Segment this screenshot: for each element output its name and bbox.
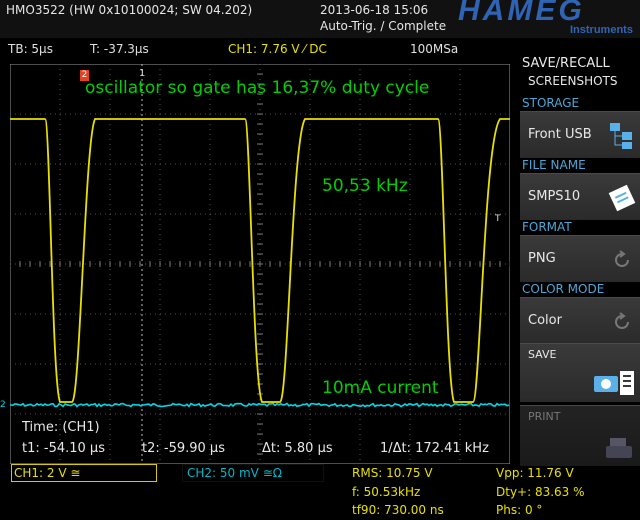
folder-tree-icon bbox=[610, 123, 632, 149]
meas-duty: Dty+: 83.63 % bbox=[496, 485, 585, 499]
format-heading: FORMAT bbox=[522, 220, 572, 234]
edit-keyboard-icon bbox=[608, 184, 636, 212]
meas-vpp: Vpp: 11.76 V bbox=[496, 466, 574, 480]
softkey-menu: SAVE/RECALL SCREENSHOTS STORAGE Front US… bbox=[516, 38, 640, 520]
scope-display[interactable]: 2 1 T oscillator so gate has 16,37% duty… bbox=[9, 63, 511, 465]
right-trigger-marker: T bbox=[495, 214, 501, 224]
annotation-current: 10mA current bbox=[322, 378, 439, 398]
trigger-status: Auto-Trig. / Complete bbox=[320, 19, 447, 33]
storage-heading: STORAGE bbox=[522, 96, 580, 110]
rotate-icon bbox=[615, 250, 629, 267]
ch1-trigger-level[interactable]: CH1: 7.76 V ⁄ DC bbox=[228, 42, 327, 56]
storage-button[interactable]: Front USB bbox=[520, 111, 640, 158]
menu-title-line2: SCREENSHOTS bbox=[528, 74, 618, 88]
ch2-settings[interactable]: CH2: 50 mV ≅Ω bbox=[182, 464, 324, 482]
print-button[interactable]: PRINT bbox=[520, 405, 640, 466]
camera-save-icon bbox=[594, 371, 634, 395]
datetime: 2013-06-18 15:06 bbox=[320, 3, 429, 17]
meas-frequency: f: 50.53kHz bbox=[352, 485, 421, 499]
filename-value: SMPS10 bbox=[528, 189, 581, 204]
device-id: HMO3522 (HW 0x10100024; SW 04.202) bbox=[6, 3, 253, 17]
format-button[interactable]: PNG bbox=[520, 235, 640, 282]
filename-heading: FILE NAME bbox=[522, 158, 586, 172]
ch2-scale: CH2: 50 mV ≅Ω bbox=[187, 466, 282, 480]
cursor-measure-title: Time: (CH1) bbox=[22, 420, 100, 435]
hameg-logo: HAMEG Instruments bbox=[452, 0, 638, 38]
annotation-frequency: 50,53 kHz bbox=[322, 176, 408, 196]
meas-fall-time: tf90: 730.00 ns bbox=[352, 503, 444, 517]
ch1-settings[interactable]: CH1: 2 V ≅ bbox=[11, 464, 157, 482]
format-value: PNG bbox=[528, 251, 556, 266]
colormode-heading: COLOR MODE bbox=[522, 282, 605, 296]
ch1-scale: CH1: 2 V ≅ bbox=[14, 466, 81, 480]
menu-title-line1: SAVE/RECALL bbox=[522, 56, 610, 71]
rotate-icon bbox=[615, 312, 629, 329]
meas-rms: RMS: 10.75 V bbox=[352, 466, 433, 480]
sample-rate: 100MSa bbox=[410, 42, 459, 56]
brand-sub: Instruments bbox=[570, 24, 633, 36]
brand-name: HAMEG bbox=[458, 0, 585, 27]
storage-value: Front USB bbox=[528, 127, 592, 142]
ch2-ground-marker[interactable]: 2 bbox=[0, 400, 6, 410]
waveform-graticule bbox=[9, 63, 511, 465]
cursor-t1: t1: -54.10 µs bbox=[22, 441, 105, 456]
trigger-time[interactable]: T: -37.3µs bbox=[90, 42, 149, 56]
colormode-button[interactable]: Color bbox=[520, 297, 640, 344]
timebase[interactable]: TB: 5µs bbox=[8, 42, 53, 56]
print-label: PRINT bbox=[528, 410, 561, 423]
printer-icon bbox=[606, 438, 632, 458]
title-bar: HMO3522 (HW 0x10100024; SW 04.202) 2013-… bbox=[0, 0, 640, 38]
colormode-value: Color bbox=[528, 313, 562, 328]
cursor-t2: t2: -59.90 µs bbox=[142, 441, 225, 456]
acquisition-info-bar: TB: 5µs T: -37.3µs CH1: 7.76 V ⁄ DC 100M… bbox=[0, 38, 516, 60]
filename-button[interactable]: SMPS10 bbox=[520, 173, 640, 220]
meas-phase: Phs: 0 ° bbox=[496, 503, 543, 517]
save-button[interactable]: SAVE bbox=[520, 343, 640, 402]
save-label: SAVE bbox=[528, 348, 557, 361]
annotation-duty-cycle: oscillator so gate has 16,37% duty cycle bbox=[85, 78, 430, 98]
cursor-inverse-delta-t: 1/Δt: 172.41 kHz bbox=[380, 441, 489, 456]
cursor-delta-t: Δt: 5.80 µs bbox=[262, 441, 333, 456]
